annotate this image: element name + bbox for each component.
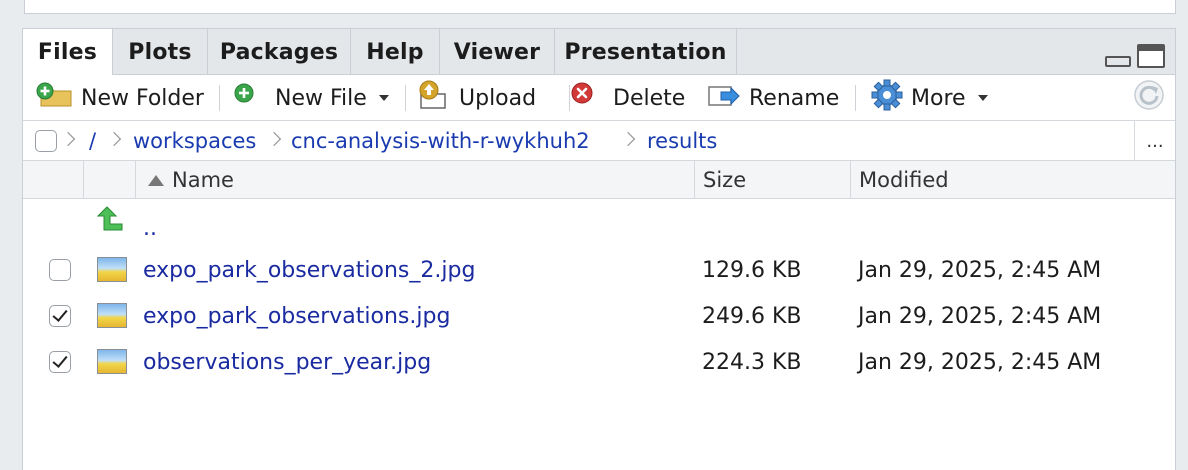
new-file-dropdown-icon [378, 95, 389, 101]
file-list-header: Name Size Modified [23, 161, 1175, 199]
table-row: expo_park_observations.jpg 249.6 KB Jan … [23, 293, 1175, 339]
delete-label: Delete [613, 85, 686, 111]
file-name-link[interactable]: expo_park_observations_2.jpg [143, 247, 475, 293]
upload-icon [417, 80, 453, 116]
chevron-right-icon [620, 131, 636, 147]
more-button[interactable]: More [871, 75, 988, 121]
new-folder-label: New Folder [81, 85, 204, 111]
upload-label: Upload [459, 85, 537, 111]
header-name-label: Name [172, 168, 234, 192]
chevron-right-icon [60, 131, 76, 147]
file-size: 129.6 KB [702, 257, 802, 283]
breadcrumb-more-button[interactable]: ... [1134, 121, 1175, 161]
minimize-pane-button[interactable] [1105, 56, 1131, 67]
upper-pane [24, 0, 1176, 14]
parent-directory-row[interactable]: .. [23, 201, 1175, 247]
files-toolbar: New Folder New File Upload Delete Rename… [23, 75, 1175, 121]
gear-icon [871, 79, 905, 117]
file-name-link[interactable]: expo_park_observations.jpg [143, 293, 450, 339]
chevron-right-icon [106, 131, 122, 147]
sort-ascending-icon [148, 174, 164, 186]
maximize-pane-button[interactable] [1137, 44, 1165, 68]
tab-files[interactable]: Files [23, 29, 113, 76]
file-checkbox[interactable] [49, 305, 71, 327]
file-checkbox[interactable] [49, 259, 71, 281]
header-modified-label: Modified [859, 168, 949, 192]
new-file-button[interactable]: New File [233, 75, 389, 121]
new-folder-icon [35, 82, 75, 114]
delete-button[interactable]: Delete [571, 75, 685, 121]
tab-viewer[interactable]: Viewer [440, 29, 555, 75]
header-size-label: Size [703, 168, 747, 192]
image-file-icon [97, 257, 127, 282]
header-modified[interactable]: Modified [850, 161, 1175, 199]
toolbar-separator [855, 85, 856, 111]
header-name[interactable]: Name [135, 161, 694, 199]
tab-packages[interactable]: Packages [208, 29, 351, 75]
image-file-icon [97, 349, 127, 374]
new-file-icon [233, 82, 269, 114]
file-modified: Jan 29, 2025, 2:45 AM [858, 257, 1102, 283]
breadcrumb-project[interactable]: cnc-analysis-with-r-wykhuh2 [291, 121, 590, 161]
image-file-icon [97, 303, 127, 328]
select-all-checkbox[interactable] [35, 130, 57, 152]
breadcrumb-root[interactable]: / [89, 121, 96, 161]
rename-icon [707, 81, 743, 115]
file-size: 249.6 KB [702, 303, 802, 329]
tab-help[interactable]: Help [351, 29, 440, 75]
tab-presentation[interactable]: Presentation [555, 29, 737, 75]
tab-plots[interactable]: Plots [113, 29, 208, 75]
breadcrumb-results[interactable]: results [647, 121, 717, 161]
chevron-right-icon [266, 131, 282, 147]
table-row: expo_park_observations_2.jpg 129.6 KB Ja… [23, 247, 1175, 293]
new-file-label: New File [275, 85, 367, 111]
window-controls [1099, 44, 1165, 70]
files-pane: Files Plots Packages Help Viewer Present… [22, 28, 1176, 470]
file-name-link[interactable]: observations_per_year.jpg [143, 339, 431, 385]
new-folder-button[interactable]: New Folder [35, 75, 204, 121]
header-icon-column [83, 161, 135, 199]
header-size[interactable]: Size [694, 161, 850, 199]
file-size: 224.3 KB [702, 349, 802, 375]
breadcrumb-workspaces[interactable]: workspaces [133, 121, 256, 161]
up-arrow-icon [96, 205, 127, 239]
toolbar-separator [569, 85, 570, 111]
refresh-icon [1133, 79, 1165, 117]
file-modified: Jan 29, 2025, 2:45 AM [858, 303, 1102, 329]
pane-tabbar: Files Plots Packages Help Viewer Present… [23, 29, 1175, 76]
rename-button[interactable]: Rename [707, 75, 839, 121]
upload-button[interactable]: Upload [417, 75, 536, 121]
file-checkbox[interactable] [49, 351, 71, 373]
breadcrumb: / workspaces cnc-analysis-with-r-wykhuh2… [23, 121, 1175, 161]
refresh-button[interactable] [1133, 75, 1171, 121]
toolbar-separator [405, 85, 406, 111]
parent-directory-link[interactable]: .. [143, 205, 157, 251]
file-modified: Jan 29, 2025, 2:45 AM [858, 349, 1102, 375]
more-label: More [911, 85, 966, 111]
rename-label: Rename [749, 85, 840, 111]
table-row: observations_per_year.jpg 224.3 KB Jan 2… [23, 339, 1175, 385]
toolbar-separator [219, 85, 220, 111]
delete-icon [571, 82, 607, 114]
more-dropdown-icon [977, 95, 988, 101]
